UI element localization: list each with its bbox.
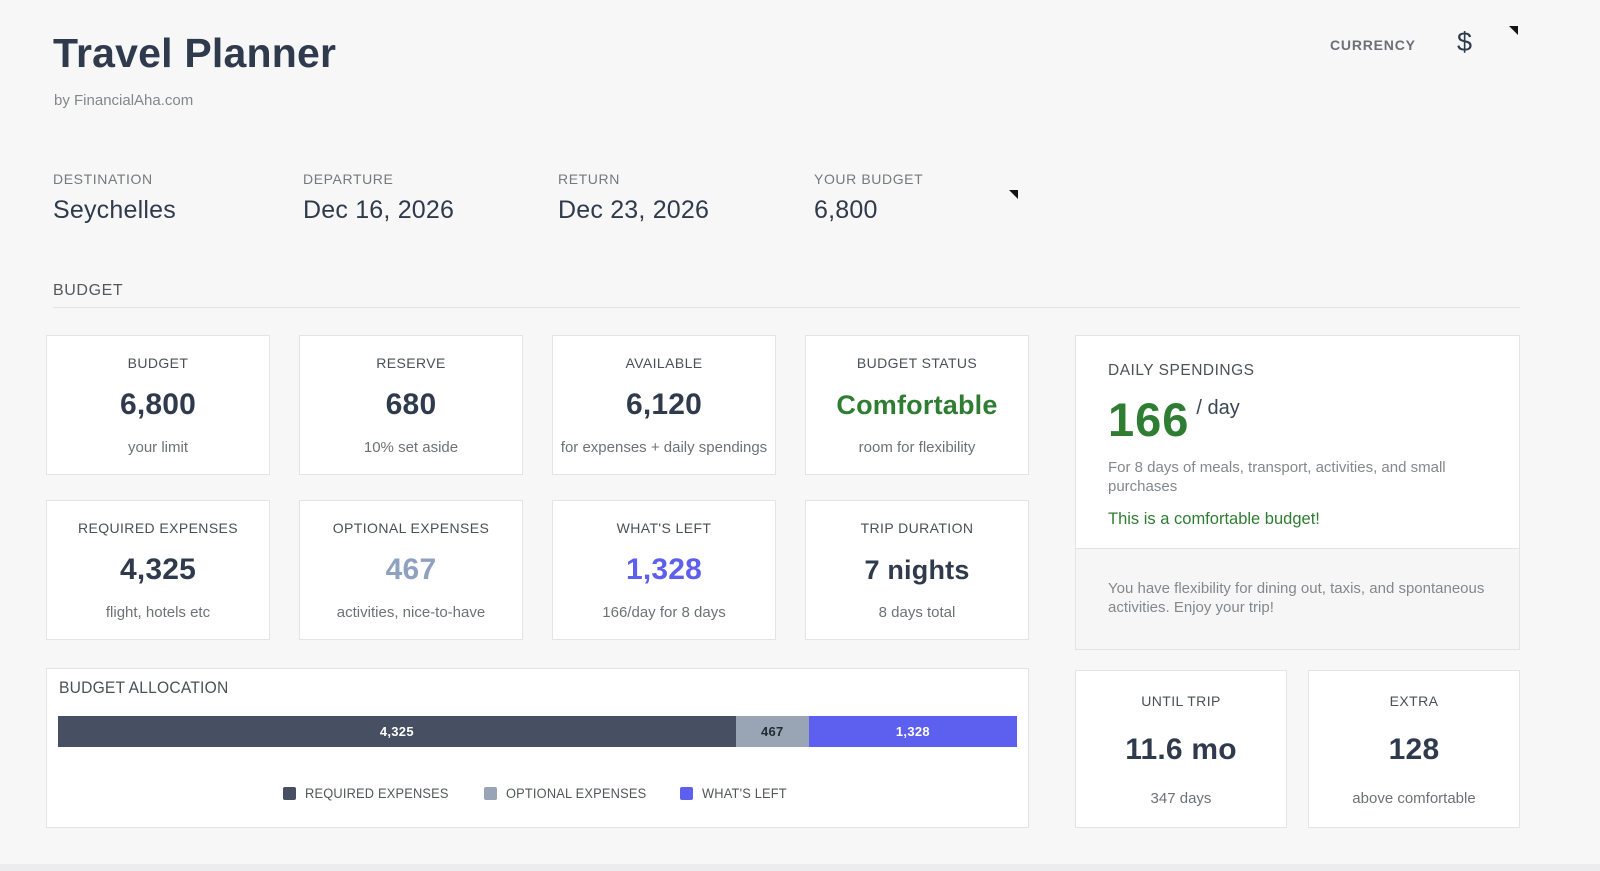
- legend-swatch-whats-left: [680, 787, 693, 800]
- note-marker-icon: [1509, 26, 1518, 35]
- extra-card: EXTRA 128 above comfortable: [1308, 670, 1520, 828]
- destination-value[interactable]: Seychelles: [53, 196, 176, 225]
- legend-item-optional: OPTIONAL EXPENSES: [484, 786, 654, 801]
- daily-spendings-panel: DAILY SPENDINGS 166 / day For 8 days of …: [1075, 335, 1520, 650]
- whats-left-card: WHAT'S LEFT 1,328 166/day for 8 days: [552, 500, 776, 640]
- card-sub: room for flexibility: [859, 439, 976, 456]
- daily-spendings-note: This is a comfortable budget!: [1108, 510, 1487, 529]
- card-label: OPTIONAL EXPENSES: [333, 520, 489, 536]
- note-marker-icon: [1009, 190, 1018, 199]
- daily-spendings-value-row: 166 / day: [1108, 396, 1487, 443]
- page-subtitle: by FinancialAha.com: [54, 92, 193, 109]
- budget-section-heading: BUDGET: [53, 282, 123, 300]
- legend-swatch-optional: [484, 787, 497, 800]
- card-label: WHAT'S LEFT: [617, 520, 712, 536]
- legend-item-whats-left: WHAT'S LEFT: [680, 786, 791, 801]
- card-value: 6,800: [120, 388, 196, 422]
- allocation-legend: REQUIRED EXPENSES OPTIONAL EXPENSES WHAT…: [47, 786, 1028, 801]
- card-label: AVAILABLE: [625, 355, 702, 371]
- card-sub: activities, nice-to-have: [337, 604, 485, 621]
- card-value: 7 nights: [864, 555, 969, 586]
- legend-label: WHAT'S LEFT: [702, 786, 787, 801]
- card-value: Comfortable: [836, 390, 997, 421]
- card-sub: your limit: [128, 439, 188, 456]
- bottom-edge-band: [0, 864, 1600, 871]
- card-label: UNTIL TRIP: [1141, 693, 1220, 709]
- travel-planner-app: Travel Planner by FinancialAha.com CURRE…: [0, 0, 1600, 871]
- legend-swatch-required: [283, 787, 296, 800]
- legend-label: REQUIRED EXPENSES: [305, 786, 449, 801]
- budget-allocation-title: BUDGET ALLOCATION: [59, 678, 228, 698]
- allocation-stacked-bar: 4,325 467 1,328: [58, 716, 1017, 747]
- page-title: Travel Planner: [53, 30, 336, 77]
- legend-label: OPTIONAL EXPENSES: [506, 786, 646, 801]
- card-value: 1,328: [626, 553, 702, 587]
- budget-allocation-panel: BUDGET ALLOCATION 4,325 467 1,328 REQUIR…: [46, 668, 1029, 828]
- departure-value[interactable]: Dec 16, 2026: [303, 196, 454, 225]
- card-sub: above comfortable: [1352, 790, 1475, 807]
- card-label: BUDGET STATUS: [857, 355, 977, 371]
- daily-spendings-unit: / day: [1196, 397, 1239, 420]
- destination-label: DESTINATION: [53, 171, 153, 187]
- currency-selector[interactable]: $: [1457, 27, 1472, 58]
- card-value: 128: [1389, 733, 1440, 767]
- your-budget-label: YOUR BUDGET: [814, 171, 923, 187]
- card-value: 11.6 mo: [1125, 733, 1236, 767]
- card-value: 6,120: [626, 388, 702, 422]
- card-label: EXTRA: [1390, 693, 1439, 709]
- card-sub: 166/day for 8 days: [602, 604, 725, 621]
- daily-spendings-footer-section: You have flexibility for dining out, tax…: [1076, 548, 1519, 649]
- legend-item-required: REQUIRED EXPENSES: [283, 786, 456, 801]
- available-card: AVAILABLE 6,120 for expenses + daily spe…: [552, 335, 776, 475]
- allocation-segment-optional: 467: [736, 716, 809, 747]
- budget-status-card: BUDGET STATUS Comfortable room for flexi…: [805, 335, 1029, 475]
- card-sub: 347 days: [1151, 790, 1212, 807]
- allocation-segment-whats-left: 1,328: [809, 716, 1017, 747]
- reserve-card: RESERVE 680 10% set aside: [299, 335, 523, 475]
- card-label: BUDGET: [128, 355, 189, 371]
- until-trip-card: UNTIL TRIP 11.6 mo 347 days: [1075, 670, 1287, 828]
- card-label: TRIP DURATION: [861, 520, 974, 536]
- return-value[interactable]: Dec 23, 2026: [558, 196, 709, 225]
- daily-spendings-main: DAILY SPENDINGS 166 / day For 8 days of …: [1076, 336, 1519, 548]
- card-value: 4,325: [120, 553, 196, 587]
- section-divider: [53, 307, 1520, 308]
- trip-duration-card: TRIP DURATION 7 nights 8 days total: [805, 500, 1029, 640]
- daily-spendings-description: For 8 days of meals, transport, activiti…: [1108, 458, 1478, 496]
- card-value: 467: [386, 553, 437, 587]
- card-sub: 8 days total: [879, 604, 956, 621]
- card-value: 680: [386, 388, 437, 422]
- daily-spendings-label: DAILY SPENDINGS: [1108, 362, 1487, 380]
- card-sub: 10% set aside: [364, 439, 458, 456]
- budget-card: BUDGET 6,800 your limit: [46, 335, 270, 475]
- required-expenses-card: REQUIRED EXPENSES 4,325 flight, hotels e…: [46, 500, 270, 640]
- departure-label: DEPARTURE: [303, 171, 393, 187]
- daily-spendings-footer-text: You have flexibility for dining out, tax…: [1108, 579, 1487, 617]
- daily-spendings-value: 166: [1108, 396, 1189, 443]
- card-sub: for expenses + daily spendings: [561, 439, 767, 456]
- currency-label: CURRENCY: [1330, 37, 1416, 53]
- allocation-segment-required: 4,325: [58, 716, 736, 747]
- card-label: REQUIRED EXPENSES: [78, 520, 238, 536]
- your-budget-value[interactable]: 6,800: [814, 196, 878, 225]
- card-label: RESERVE: [376, 355, 445, 371]
- return-label: RETURN: [558, 171, 620, 187]
- card-sub: flight, hotels etc: [106, 604, 210, 621]
- optional-expenses-card: OPTIONAL EXPENSES 467 activities, nice-t…: [299, 500, 523, 640]
